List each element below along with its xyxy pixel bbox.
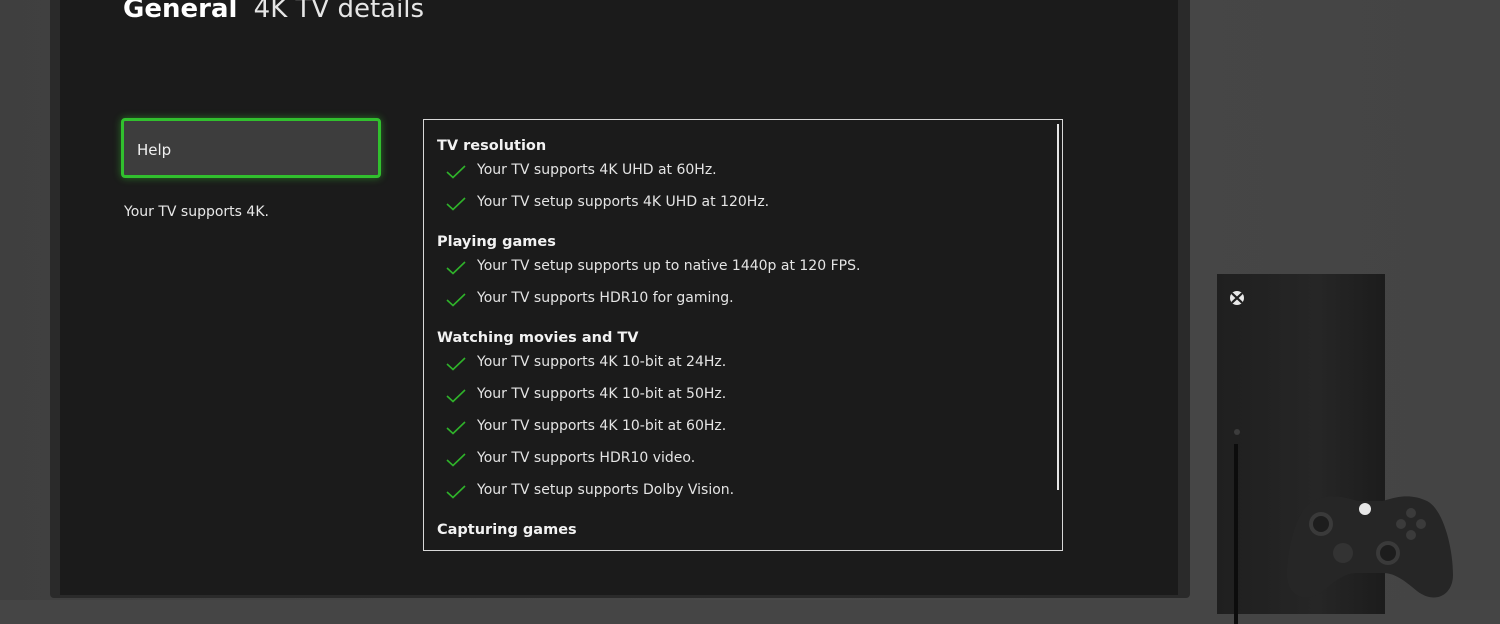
details-list-item: Your TV setup supports Dolby Vision. [437, 476, 1037, 508]
details-list-item: Your TV setup supports 4K UHD at 120Hz. [437, 188, 1037, 220]
help-button[interactable]: Help [121, 118, 381, 178]
check-icon [446, 453, 466, 467]
details-section: Watching movies and TV Your TV supports 4… [437, 328, 1037, 508]
section-title: Capturing games [437, 522, 577, 538]
details-list-item: Your TV supports HDR10 for gaming. [437, 284, 1037, 316]
details-list-item: Your TV setup supports up to native 1440… [437, 252, 1037, 284]
check-icon [446, 389, 466, 403]
details-item-text: Your TV supports 4K 10-bit at 50Hz. [477, 386, 727, 402]
check-icon [446, 261, 466, 275]
details-item-text: Your TV setup supports Dolby Vision. [477, 482, 735, 498]
details-list-item: Your TV supports 4K 10-bit at 24Hz. [437, 348, 1037, 380]
scrollbar[interactable] [1057, 124, 1059, 490]
help-button-label: Help [137, 141, 172, 159]
section-title: Playing games [437, 234, 556, 250]
check-icon [446, 357, 466, 371]
details-item-text: Your TV supports 4K 10-bit at 24Hz. [477, 354, 727, 370]
details-section: TV resolution Your TV supports 4K UHD at … [437, 136, 1037, 220]
details-item-text: Your TV setup supports up to native 1440… [477, 258, 861, 274]
header-section: General [123, 0, 238, 24]
check-icon [446, 165, 466, 179]
details-section: Capturing games [437, 520, 1037, 540]
details-item-text: Your TV supports 4K UHD at 60Hz. [477, 162, 717, 178]
xbox-controller [1287, 496, 1453, 598]
details-sections: TV resolution Your TV supports 4K UHD at … [437, 136, 1037, 550]
details-item-text: Your TV setup supports 4K UHD at 120Hz. [477, 194, 770, 210]
details-list-item: Your TV supports 4K UHD at 60Hz. [437, 156, 1037, 188]
details-item-text: Your TV supports HDR10 video. [477, 450, 696, 466]
details-list-item: Your TV supports HDR10 video. [437, 444, 1037, 476]
console-disc-slot [1234, 444, 1238, 624]
tv-screen: General 4K TV details Help Your TV suppo… [60, 0, 1178, 595]
section-title: TV resolution [437, 138, 547, 154]
details-panel[interactable]: TV resolution Your TV supports 4K UHD at … [423, 119, 1063, 551]
check-icon [446, 485, 466, 499]
details-item-text: Your TV supports 4K 10-bit at 60Hz. [477, 418, 727, 434]
details-list-item: Your TV supports 4K 10-bit at 50Hz. [437, 380, 1037, 412]
console-power-button [1234, 429, 1240, 435]
page-title: 4K TV details [253, 0, 425, 24]
xbox-logo-icon [1230, 291, 1244, 305]
details-section: Playing games Your TV setup supports up t… [437, 232, 1037, 316]
details-list-item: Your TV supports 4K 10-bit at 60Hz. [437, 412, 1037, 444]
check-icon [446, 421, 466, 435]
check-icon [446, 293, 466, 307]
check-icon [446, 197, 466, 211]
details-item-text: Your TV supports HDR10 for gaming. [477, 290, 734, 306]
section-title: Watching movies and TV [437, 330, 639, 346]
page-header: General 4K TV details [123, 0, 424, 24]
tv-support-summary: Your TV supports 4K. [124, 204, 269, 220]
